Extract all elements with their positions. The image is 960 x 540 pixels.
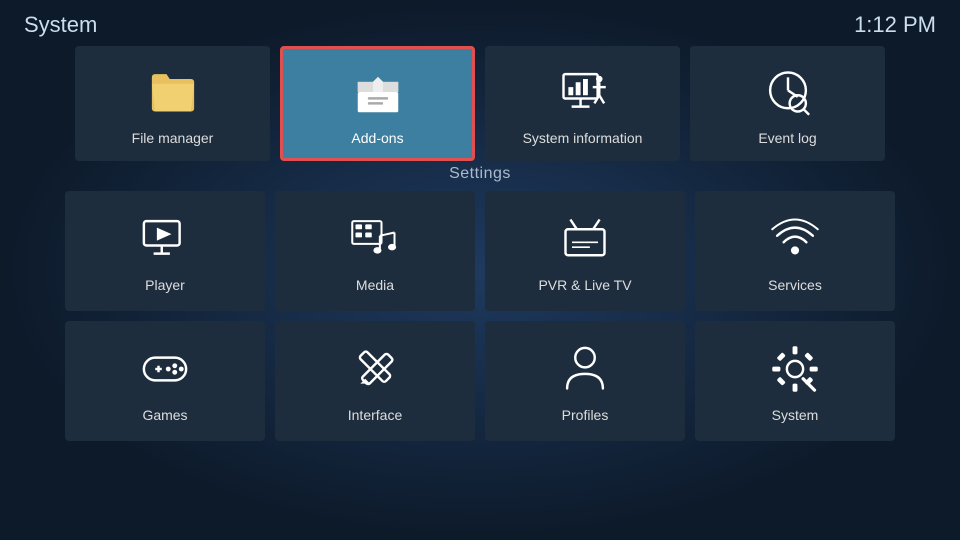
tile-games-label: Games — [142, 407, 187, 423]
player-icon — [135, 209, 195, 269]
tile-services-label: Services — [768, 277, 822, 293]
tile-profiles[interactable]: Profiles — [485, 321, 685, 441]
settings-row-1: Player Media — [0, 191, 960, 311]
sysinfo-icon — [553, 62, 613, 122]
tile-interface[interactable]: Interface — [275, 321, 475, 441]
tile-media[interactable]: Media — [275, 191, 475, 311]
page: System 1:12 PM File manager — [0, 0, 960, 540]
tile-pvr-live-tv[interactable]: PVR & Live TV — [485, 191, 685, 311]
tile-event-log[interactable]: Event log — [690, 46, 885, 161]
tile-pvr-live-tv-label: PVR & Live TV — [538, 277, 631, 293]
tile-player[interactable]: Player — [65, 191, 265, 311]
addons-icon — [348, 62, 408, 122]
tile-file-manager[interactable]: File manager — [75, 46, 270, 161]
tile-system-information-label: System information — [523, 130, 643, 146]
tile-event-log-label: Event log — [758, 130, 816, 146]
games-icon — [135, 339, 195, 399]
tile-system-information[interactable]: System information — [485, 46, 680, 161]
services-icon — [765, 209, 825, 269]
settings-section-label: Settings — [0, 165, 960, 183]
tile-games[interactable]: Games — [65, 321, 265, 441]
media-icon — [345, 209, 405, 269]
tile-system-label: System — [772, 407, 819, 423]
profiles-icon — [555, 339, 615, 399]
tile-player-label: Player — [145, 277, 185, 293]
tile-profiles-label: Profiles — [562, 407, 609, 423]
folder-icon — [143, 62, 203, 122]
tile-services[interactable]: Services — [695, 191, 895, 311]
tile-media-label: Media — [356, 277, 394, 293]
page-title: System — [24, 12, 97, 38]
tile-add-ons-label: Add-ons — [351, 130, 403, 146]
clock: 1:12 PM — [854, 12, 936, 38]
system-icon — [765, 339, 825, 399]
settings-row-2: Games Interface — [0, 321, 960, 441]
eventlog-icon — [758, 62, 818, 122]
tile-add-ons[interactable]: Add-ons — [280, 46, 475, 161]
tile-file-manager-label: File manager — [132, 130, 214, 146]
top-row: File manager — [0, 46, 960, 161]
tile-system[interactable]: System — [695, 321, 895, 441]
tile-interface-label: Interface — [348, 407, 402, 423]
pvr-icon — [555, 209, 615, 269]
interface-icon — [345, 339, 405, 399]
header: System 1:12 PM — [0, 0, 960, 46]
